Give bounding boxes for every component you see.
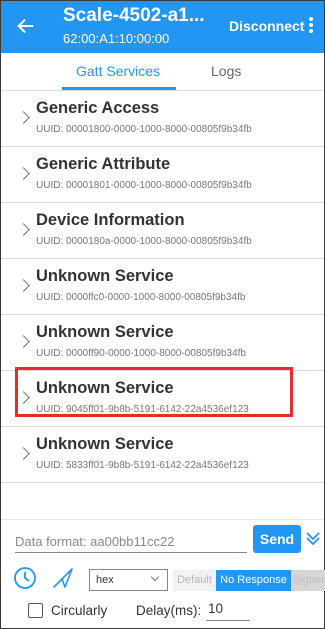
data-input[interactable]: [15, 531, 247, 553]
chevron-right-icon: [17, 335, 30, 348]
service-name: Unknown Service: [36, 435, 174, 453]
device-title: Scale-4502-a1...: [63, 5, 205, 26]
chevron-right-icon: [17, 447, 30, 460]
chevron-right-icon: [17, 167, 30, 180]
service-name: Unknown Service: [36, 323, 174, 341]
delay-label: Delay(ms):: [136, 603, 202, 618]
service-uuid: UUID: 00001800-0000-1000-8000-00805f9b34…: [36, 124, 252, 135]
chevron-right-icon: [17, 279, 30, 292]
service-name: Generic Access: [36, 99, 160, 117]
tab-logs[interactable]: Logs: [211, 63, 241, 79]
service-item[interactable]: Unknown Service UUID: 5833ff01-9b8b-5191…: [1, 427, 324, 483]
arrow-left-icon[interactable]: [15, 15, 37, 37]
double-chevron-down-icon[interactable]: [305, 530, 321, 546]
service-item[interactable]: Unknown Service UUID: 0000ffc0-0000-1000…: [1, 259, 324, 315]
circularly-label: Circularly: [51, 603, 108, 618]
delay-input[interactable]: 10: [206, 601, 250, 621]
send-icon[interactable]: [51, 566, 75, 590]
service-name: Unknown Service: [36, 267, 174, 285]
service-name: Generic Attribute: [36, 155, 171, 173]
more-vertical-icon[interactable]: [307, 15, 315, 37]
mode-signed[interactable]: Signed: [291, 570, 325, 591]
service-item[interactable]: Unknown Service UUID: 0000ff90-0000-1000…: [1, 315, 324, 371]
tab-bar: Gatt Services Logs: [1, 53, 324, 91]
write-panel: Send hex Default No Response Signed Circ…: [1, 519, 325, 628]
send-button[interactable]: Send: [253, 525, 301, 553]
service-uuid: UUID: 0000ffc0-0000-1000-8000-00805f9b34…: [36, 292, 246, 303]
clock-icon[interactable]: [13, 566, 37, 590]
highlight-box: [15, 367, 293, 417]
format-select[interactable]: hex: [89, 569, 168, 591]
device-address: 62:00:A1:10:00:00: [63, 31, 170, 46]
chevron-right-icon: [17, 223, 30, 236]
service-uuid: UUID: 0000ff90-0000-1000-8000-00805f9b34…: [36, 348, 246, 359]
mode-no-response[interactable]: No Response: [216, 570, 291, 591]
chevron-down-icon: [150, 572, 160, 582]
chevron-right-icon: [17, 111, 30, 124]
disconnect-button[interactable]: Disconnect: [229, 18, 304, 34]
tab-indicator: [62, 87, 176, 90]
tab-gatt-services[interactable]: Gatt Services: [76, 63, 160, 79]
format-value: hex: [96, 574, 114, 586]
service-uuid: UUID: 00001801-0000-1000-8000-00805f9b34…: [36, 180, 252, 191]
service-item[interactable]: Device Information UUID: 0000180a-0000-1…: [1, 203, 324, 259]
service-item[interactable]: Generic Attribute UUID: 00001801-0000-10…: [1, 147, 324, 203]
service-name: Device Information: [36, 211, 185, 229]
circularly-checkbox[interactable]: [28, 603, 43, 618]
service-uuid: UUID: 0000180a-0000-1000-8000-00805f9b34…: [36, 236, 252, 247]
app-bar: Scale-4502-a1... 62:00:A1:10:00:00 Disco…: [1, 1, 324, 53]
mode-default[interactable]: Default: [173, 570, 216, 591]
service-uuid: UUID: 5833ff01-9b8b-5191-6142-22a4536ef1…: [36, 460, 249, 471]
service-item[interactable]: Generic Access UUID: 00001800-0000-1000-…: [1, 91, 324, 147]
write-mode-group: Default No Response Signed: [173, 570, 325, 591]
